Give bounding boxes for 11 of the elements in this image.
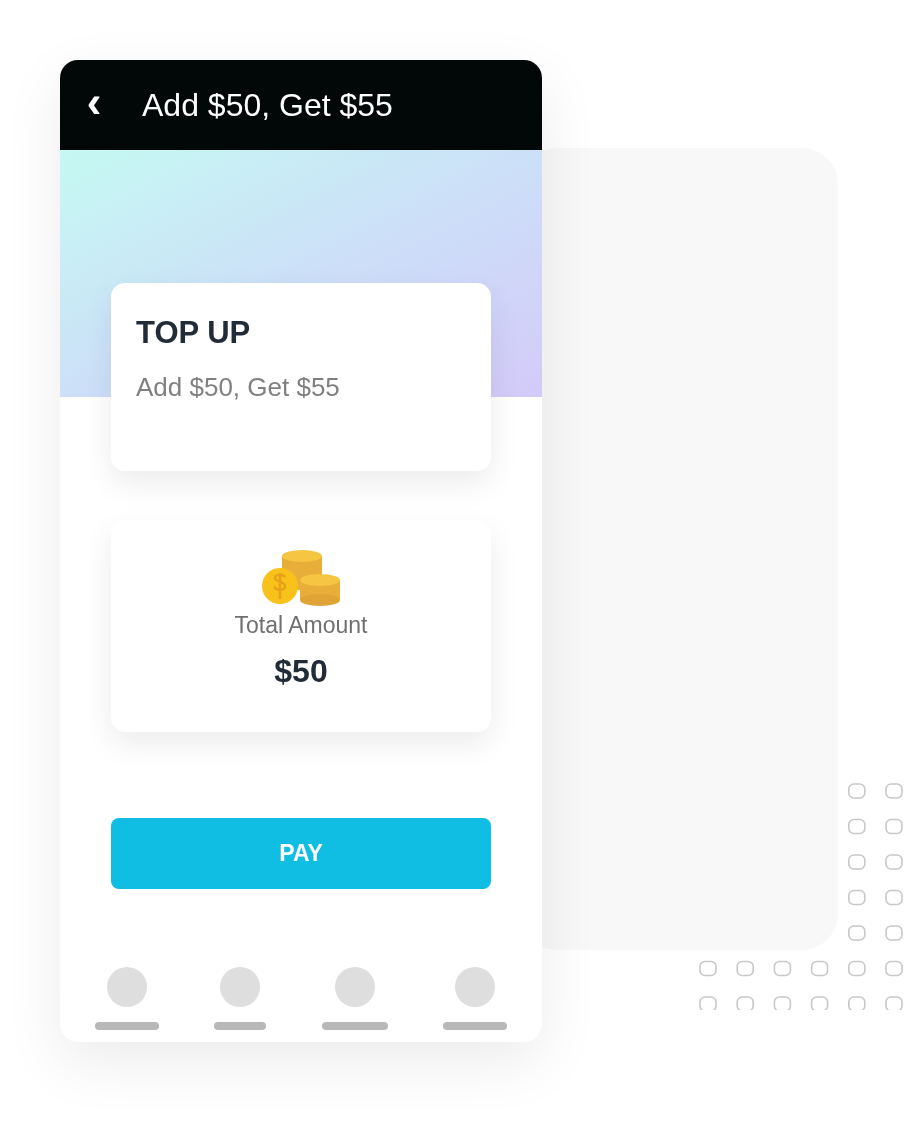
amount-value: $50 xyxy=(274,655,328,687)
header-title: Add $50, Get $55 xyxy=(142,86,393,125)
offer-heading: TOP UP xyxy=(136,317,252,348)
nav-placeholder-bar xyxy=(443,1022,507,1030)
nav-placeholder-bar xyxy=(95,1022,159,1030)
nav-placeholder-bar xyxy=(214,1022,267,1030)
amount-label: Total Amount xyxy=(234,614,368,637)
coins-icon xyxy=(260,550,342,606)
back-button[interactable]: ‹ xyxy=(84,80,104,124)
offer-description: Add $50, Get $55 xyxy=(136,374,341,400)
nav-placeholder-bar xyxy=(321,1022,388,1030)
